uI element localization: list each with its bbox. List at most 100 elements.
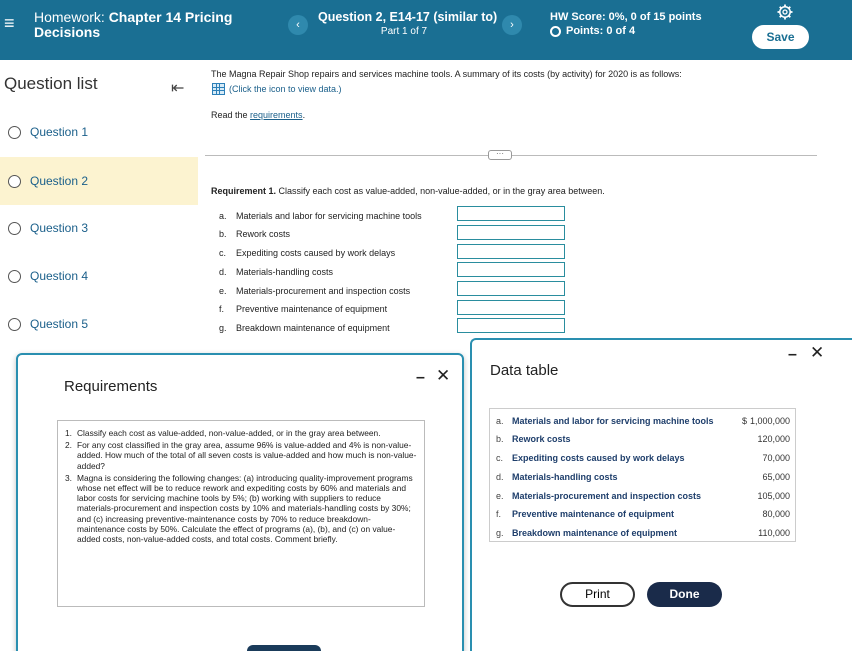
- data-row-c: c. Expediting costs caused by work delay…: [496, 450, 792, 465]
- question-item-1[interactable]: Question 1: [0, 108, 198, 156]
- cost-row-f: f. Preventive maintenance of equipment: [219, 304, 387, 314]
- minimize-icon[interactable]: –: [416, 369, 425, 387]
- currency-symbol: $: [742, 415, 748, 426]
- data-letter: c.: [496, 452, 504, 463]
- data-value: 70,000: [762, 452, 790, 463]
- chevron-right-icon[interactable]: ›: [502, 15, 522, 35]
- question-item-label: Question 2: [30, 174, 89, 188]
- question-title: Question 2, E14-17 (similar to): [318, 10, 498, 24]
- cost-letter: f.: [219, 304, 225, 314]
- data-table-title: Data table: [490, 362, 559, 379]
- data-label: Materials and labor for servicing machin…: [512, 415, 714, 426]
- cost-classification-c[interactable]: [457, 244, 565, 259]
- cost-row-d: d. Materials-handling costs: [219, 267, 333, 277]
- cost-label: Materials-procurement and inspection cos…: [236, 286, 411, 296]
- gear-icon[interactable]: [777, 4, 793, 20]
- data-row-b: b. Rework costs 120,000: [496, 431, 792, 446]
- points-text: Points: 0 of 4: [566, 25, 636, 37]
- data-label: Preventive maintenance of equipment: [512, 508, 675, 519]
- data-letter: e.: [496, 490, 504, 501]
- requirements-title: Requirements: [64, 378, 158, 395]
- data-link[interactable]: (Click the icon to view data.): [212, 83, 342, 95]
- question-item-4[interactable]: Question 4: [0, 252, 198, 300]
- cost-row-e: e. Materials-procurement and inspection c…: [219, 286, 410, 296]
- cost-classification-d[interactable]: [457, 262, 565, 277]
- requirement-item: 1. Classify each cost as value-added, non…: [65, 428, 418, 438]
- hw-score: HW Score: 0%, 0 of 15 points: [550, 11, 702, 23]
- menu-icon[interactable]: ≡: [4, 14, 15, 32]
- data-row-a: a. Materials and labor for servicing mac…: [496, 413, 792, 428]
- cost-row-g: g. Breakdown maintenance of equipment: [219, 323, 390, 333]
- question-intro: The Magna Repair Shop repairs and servic…: [211, 69, 682, 79]
- requirement-1-body: Classify each cost as value-added, non-v…: [276, 186, 605, 196]
- requirement-num: 1.: [65, 428, 72, 438]
- read-suffix: .: [302, 110, 306, 120]
- collapse-panel-icon[interactable]: ⇤: [171, 78, 184, 98]
- question-list-title: Question list: [4, 74, 98, 93]
- close-icon[interactable]: ✕: [436, 366, 450, 386]
- data-value: 1,000,000: [749, 415, 790, 426]
- done-button[interactable]: Done: [647, 582, 722, 607]
- question-item-3[interactable]: Question 3: [0, 204, 198, 252]
- data-row-f: f. Preventive maintenance of equipment 8…: [496, 506, 792, 521]
- data-label: Materials-procurement and inspection cos…: [512, 490, 702, 501]
- cost-classification-e[interactable]: [457, 281, 565, 296]
- question-item-2[interactable]: Question 2: [0, 157, 198, 205]
- read-prefix: Read the: [211, 110, 251, 120]
- points-ring-icon: [550, 25, 561, 37]
- question-part: Part 1 of 7: [380, 26, 428, 37]
- homework-prefix: Homework:: [34, 9, 105, 25]
- cost-letter: a.: [219, 211, 227, 221]
- requirements-link[interactable]: requirements: [250, 110, 303, 120]
- requirement-item: 3. Magna is considering the following cha…: [65, 473, 418, 544]
- data-label: Rework costs: [512, 433, 571, 444]
- question-item-5[interactable]: Question 5: [0, 300, 198, 348]
- top-header: ≡ Homework: Chapter 14 Pricing Decisions…: [0, 0, 852, 60]
- data-link-text[interactable]: (Click the icon to view data.): [229, 84, 342, 94]
- cost-letter: d.: [219, 267, 227, 277]
- question-item-label: Question 5: [30, 317, 89, 331]
- data-value: 65,000: [762, 471, 790, 482]
- table-icon[interactable]: [212, 83, 225, 95]
- question-item-label: Question 4: [30, 269, 89, 283]
- radio-icon: [8, 269, 21, 283]
- cost-label: Breakdown maintenance of equipment: [236, 323, 390, 333]
- data-label: Expediting costs caused by work delays: [512, 452, 685, 463]
- cost-classification-a[interactable]: [457, 206, 565, 221]
- requirement-text: Classify each cost as value-added, non-v…: [77, 428, 381, 438]
- data-letter: a.: [496, 415, 504, 426]
- requirement-1-text: Requirement 1. Classify each cost as val…: [211, 186, 605, 196]
- cost-classification-g[interactable]: [457, 318, 565, 333]
- data-row-d: d. Materials-handling costs 65,000: [496, 469, 792, 484]
- data-row-e: e. Materials-procurement and inspection …: [496, 488, 792, 503]
- data-value: 80,000: [762, 508, 790, 519]
- minimize-icon[interactable]: –: [788, 346, 797, 364]
- cost-row-a: a. Materials and labor for servicing mach…: [219, 211, 422, 221]
- data-value: 105,000: [757, 490, 790, 501]
- cost-classification-f[interactable]: [457, 300, 565, 315]
- data-value: 120,000: [757, 433, 790, 444]
- data-value: 110,000: [758, 527, 790, 538]
- chevron-left-icon[interactable]: ‹: [288, 15, 308, 35]
- requirement-num: 2.: [65, 440, 72, 451]
- cost-letter: g.: [219, 323, 227, 333]
- radio-icon: [8, 125, 21, 139]
- radio-icon: [8, 317, 21, 331]
- radio-icon: [8, 221, 21, 235]
- hidden-button-edge[interactable]: [247, 645, 321, 651]
- question-item-label: Question 1: [30, 125, 89, 139]
- cost-label: Materials-handling costs: [236, 267, 334, 277]
- data-label: Materials-handling costs: [512, 471, 618, 482]
- more-icon[interactable]: ···: [488, 150, 512, 160]
- close-icon[interactable]: ✕: [810, 343, 824, 363]
- data-letter: g.: [496, 527, 504, 538]
- cost-classification-b[interactable]: [457, 225, 565, 240]
- cost-label: Preventive maintenance of equipment: [236, 304, 388, 314]
- requirement-num: 3.: [65, 472, 72, 483]
- cost-data-table: a. Materials and labor for servicing mac…: [489, 408, 796, 542]
- data-label: Breakdown maintenance of equipment: [512, 527, 678, 538]
- print-button[interactable]: Print: [560, 582, 635, 607]
- data-row-g: g. Breakdown maintenance of equipment 11…: [496, 525, 792, 540]
- save-button[interactable]: Save: [752, 25, 809, 49]
- cost-letter: c.: [219, 248, 227, 258]
